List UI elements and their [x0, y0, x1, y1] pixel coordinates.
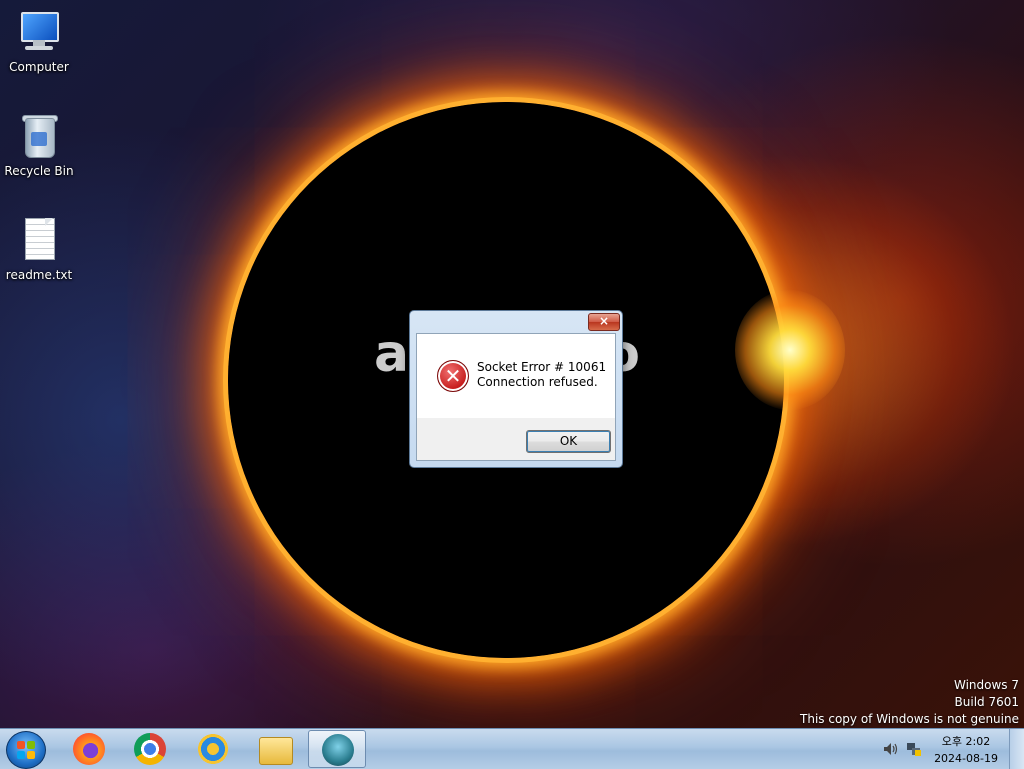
error-icon: ✕: [437, 360, 469, 392]
error-message-line-1: Socket Error # 10061: [477, 360, 607, 374]
dialog-titlebar[interactable]: ×: [410, 311, 622, 333]
taskbar-chrome[interactable]: [121, 730, 179, 768]
taskbar: 오후 2:02 2024-08-19: [0, 728, 1024, 769]
folder-icon: [259, 737, 293, 765]
dialog-body: ✕ Socket Error # 10061 Connection refuse…: [416, 333, 616, 461]
network-icon[interactable]: [906, 741, 922, 757]
taskbar-active-app[interactable]: [308, 730, 366, 768]
close-button[interactable]: ×: [588, 313, 620, 331]
windows-watermark: Windows 7 Build 7601 This copy of Window…: [800, 677, 1019, 728]
error-message: Socket Error # 10061 Connection refused.: [477, 360, 606, 390]
close-icon: ×: [598, 314, 610, 328]
taskbar-firefox[interactable]: [60, 730, 118, 768]
app-icon: [322, 734, 354, 766]
wallpaper-text-left: a: [374, 328, 414, 380]
dialog-message-area: ✕ Socket Error # 10061 Connection refuse…: [417, 334, 615, 418]
text-file-icon: [15, 216, 63, 264]
system-clock[interactable]: 오후 2:02 2024-08-19: [934, 733, 998, 767]
error-message-line-2: Connection refused.: [477, 375, 598, 389]
dialog-button-area: OK: [417, 418, 615, 460]
watermark-os: Windows 7: [953, 678, 1019, 692]
firefox-icon: [73, 733, 105, 765]
desktop-icon-label: readme.txt: [5, 268, 73, 282]
watermark-build: Build 7601: [954, 695, 1019, 709]
desktop-icon-recycle-bin[interactable]: Recycle Bin: [1, 112, 77, 178]
error-dialog[interactable]: × ✕ Socket Error # 10061 Connection refu…: [409, 310, 623, 468]
chrome-icon: [134, 733, 166, 765]
clock-time: 오후 2:02: [941, 735, 991, 748]
internet-explorer-icon: [197, 733, 229, 765]
start-button[interactable]: [6, 731, 46, 769]
volume-icon[interactable]: [882, 741, 898, 757]
desktop-icon-label: Recycle Bin: [4, 164, 74, 178]
recycle-bin-icon: [15, 112, 63, 160]
clock-date: 2024-08-19: [934, 752, 998, 765]
computer-icon: [15, 8, 63, 56]
taskbar-file-explorer[interactable]: [246, 730, 304, 768]
show-desktop-button[interactable]: [1009, 729, 1024, 769]
ok-button[interactable]: OK: [526, 430, 611, 453]
desktop-icon-computer[interactable]: Computer: [1, 8, 77, 74]
desktop-icon-readme[interactable]: readme.txt: [1, 216, 77, 282]
solar-flare-graphic: [735, 290, 845, 410]
watermark-genuine-notice: This copy of Windows is not genuine: [800, 712, 1019, 726]
taskbar-internet-explorer[interactable]: [184, 730, 242, 768]
desktop-icon-label: Computer: [9, 60, 69, 74]
windows-logo-icon: [17, 741, 35, 759]
